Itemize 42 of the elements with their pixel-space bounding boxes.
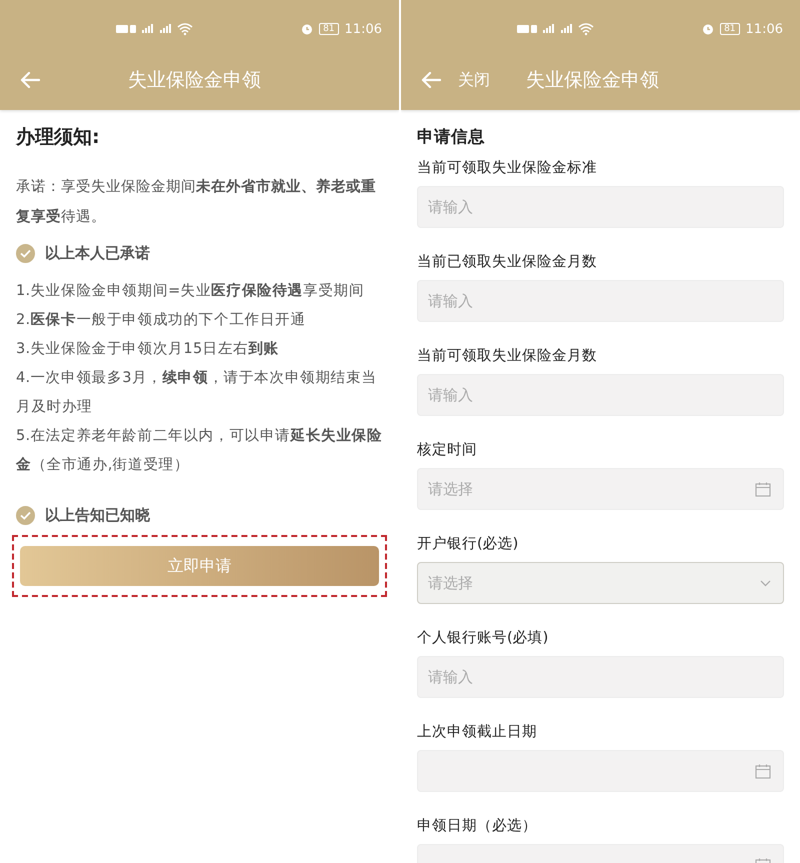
close-link[interactable]: 关闭 bbox=[458, 70, 490, 90]
page-title: 失业保险金申领 bbox=[128, 68, 261, 93]
field-label: 开户银行(必选) bbox=[417, 535, 520, 554]
confirm-label: 以上告知已知晓 bbox=[45, 506, 150, 525]
field-label: 上次申领截止日期 bbox=[417, 723, 538, 742]
section-heading: 申请信息 bbox=[417, 126, 486, 148]
field-label: 当前可领取失业保险金月数 bbox=[417, 347, 598, 366]
alarm-icon bbox=[702, 23, 714, 35]
field-label: 个人银行账号(必填) bbox=[417, 629, 550, 648]
date-field[interactable]: 请选择 bbox=[417, 468, 784, 510]
notice-item: 3.失业保险金于申领次月15日左右到账 bbox=[16, 340, 280, 359]
field-label: 当前可领取失业保险金标准 bbox=[417, 159, 598, 178]
input-field[interactable]: 请输入 bbox=[417, 656, 784, 698]
chevron-down-icon bbox=[760, 580, 771, 586]
notice-item: 2.医保卡一般于申领成功的下个工作日开通 bbox=[16, 310, 307, 330]
notice-item: 5.在法定养老年龄前二年以内，可以申请延长失业保险金（全市通办,街道受理） bbox=[16, 426, 383, 475]
date-field[interactable] bbox=[417, 750, 784, 792]
back-arrow-icon[interactable] bbox=[20, 71, 40, 89]
check-icon[interactable] bbox=[16, 244, 35, 263]
back-arrow-icon[interactable] bbox=[421, 71, 441, 89]
clock-time: 11:06 bbox=[746, 22, 783, 36]
field-label: 核定时间 bbox=[417, 440, 478, 460]
input-field[interactable]: 请输入 bbox=[417, 280, 784, 322]
page-title: 失业保险金申领 bbox=[526, 68, 659, 93]
alarm-icon bbox=[301, 23, 314, 35]
notice-heading: 办理须知: bbox=[16, 125, 101, 150]
apply-button[interactable]: 立即申请 bbox=[20, 546, 379, 586]
field-label: 申领日期（必选） bbox=[417, 817, 538, 836]
calendar-icon bbox=[755, 482, 771, 496]
field-label: 当前已领取失业保险金月数 bbox=[417, 253, 598, 272]
notice-item: 4.一次申领最多3月，续申领，请于本次申领期结束当月及时办理 bbox=[16, 368, 378, 417]
promise-text: 承诺：享受失业保险金期间未在外省市就业、养老或重复享受待遇。 bbox=[16, 177, 377, 227]
clock-time: 11:06 bbox=[344, 22, 382, 36]
battery-indicator: 81 bbox=[319, 23, 339, 35]
check-icon[interactable] bbox=[16, 506, 35, 525]
confirm-label: 以上本人已承诺 bbox=[45, 244, 150, 263]
input-field[interactable]: 请输入 bbox=[417, 186, 784, 228]
notice-item: 1.失业保险金申领期间=失业医疗保险待遇享受期间 bbox=[16, 282, 366, 301]
input-field[interactable]: 请输入 bbox=[417, 374, 784, 416]
battery-indicator: 81 bbox=[720, 23, 740, 35]
calendar-icon bbox=[755, 764, 771, 778]
select-field[interactable]: 请选择 bbox=[417, 562, 784, 604]
